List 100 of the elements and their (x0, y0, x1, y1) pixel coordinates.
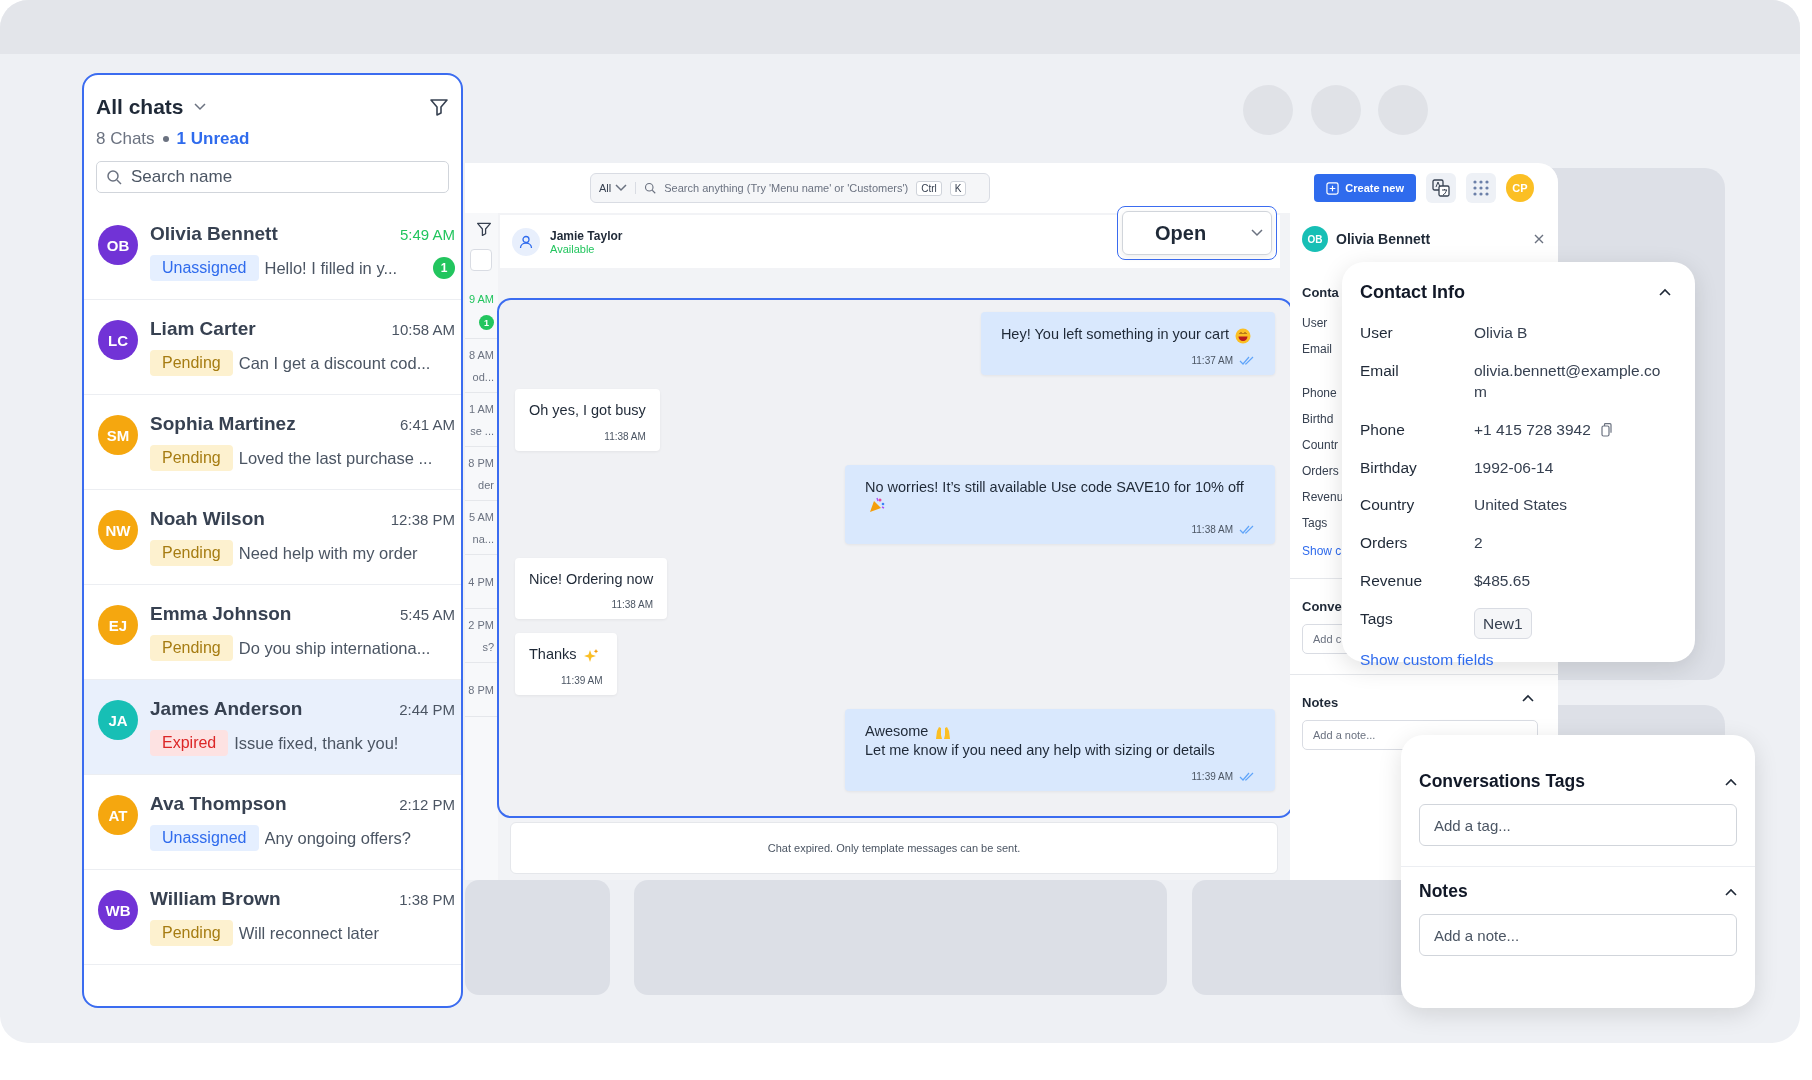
contact-name: Sophia Martinez (150, 413, 297, 435)
field-value: 2 (1474, 533, 1483, 554)
field-label: User (1302, 315, 1328, 332)
chevron-up-icon[interactable] (1522, 693, 1534, 702)
key-hint: Ctrl (916, 180, 942, 196)
unread-badge: 1 (479, 315, 494, 330)
create-new-button[interactable]: Create new (1314, 174, 1416, 202)
chevron-down-icon (1251, 229, 1263, 237)
chat-time: 12:38 PM (390, 510, 455, 528)
message-text: Hey! You left something in your cart (1000, 325, 1229, 344)
status-tag: Pending (150, 445, 233, 471)
user-icon (519, 234, 533, 249)
field-label: Orders (1302, 463, 1339, 480)
scope-dropdown[interactable]: All (599, 182, 637, 194)
avatar: NW (98, 510, 138, 550)
close-icon[interactable] (1534, 234, 1544, 244)
contact-name: William Brown (150, 888, 282, 910)
message-time: 11:38 AM (604, 429, 646, 443)
contact-name: Olivia Bennett (1336, 231, 1432, 247)
chat-time: 2:12 PM (399, 795, 455, 813)
avatar: JA (98, 700, 138, 740)
section-title: Notes (1419, 881, 1468, 902)
chat-preview: Issue fixed, thank you! (234, 733, 400, 753)
filter-icon[interactable] (476, 221, 492, 237)
chat-list-item[interactable]: JA James Anderson 2:44 PM Expired Issue fixed, thank you! (84, 680, 461, 775)
message-text: Awesome (865, 722, 929, 742)
search-placeholder: Search anything (Try 'Menu name' or 'Customers') (664, 182, 909, 194)
chevron-up-icon[interactable] (1725, 887, 1737, 896)
chevron-up-icon[interactable] (1659, 288, 1671, 296)
filter-icon[interactable] (429, 97, 449, 117)
chat-preview: Will reconnect later (238, 923, 381, 943)
copy-icon[interactable] (1600, 422, 1612, 437)
double-check-icon (1239, 355, 1255, 365)
text-input[interactable]: Add a tag... (1419, 804, 1737, 846)
chat-preview: od... (472, 370, 494, 383)
chevron-down-icon (615, 184, 628, 192)
chat-preview: Any ongoing offers? (264, 828, 412, 848)
field-value: olivia.bennett@example.com (1474, 360, 1662, 403)
chat-time: 1 AM (468, 402, 494, 415)
search-icon (644, 182, 657, 194)
contact-name: James Anderson (150, 698, 304, 720)
list-title[interactable]: All chats (96, 95, 184, 119)
chat-time: 10:58 AM (391, 320, 455, 338)
message-time: 11:38 AM (1191, 522, 1233, 536)
message-text: Oh yes, I got busy (529, 400, 646, 420)
field-label: User (1360, 323, 1394, 343)
card-title: Contact Info (1360, 281, 1465, 303)
chat-list-item[interactable]: SM Sophia Martinez 6:41 AM Pending Loved the last purchase ... (84, 395, 461, 490)
status-dropdown[interactable]: Open (1117, 206, 1277, 260)
message-text: Let me know if you need any help with sizing or details (865, 741, 1215, 760)
show-fields-link[interactable]: Show c (1302, 544, 1342, 558)
chevron-up-icon[interactable] (1725, 777, 1737, 786)
separator-dot (162, 136, 169, 142)
status-tag: Pending (150, 635, 233, 661)
text-input[interactable]: Add a note... (1419, 914, 1737, 956)
chat-time: 5 AM (468, 510, 494, 523)
field-value: United States (1474, 495, 1568, 516)
apps-button[interactable] (1466, 173, 1496, 203)
status-tag: Pending (150, 920, 233, 946)
message-time: 11:37 AM (1191, 353, 1233, 367)
translate-icon (1432, 179, 1450, 197)
contact-name: Liam Carter (150, 318, 257, 340)
search-field[interactable]: Search name (96, 161, 449, 193)
chat-time: 5:49 AM (399, 225, 455, 243)
chat-preview: der (478, 478, 494, 491)
section-title: Conve (1302, 599, 1342, 614)
contact-name: Olivia Bennett (150, 223, 279, 245)
translate-button[interactable] (1426, 173, 1456, 203)
status-tag: Pending (150, 540, 233, 566)
chat-list-item[interactable]: LC Liam Carter 10:58 AM Pending Can I get a discount cod... (84, 300, 461, 395)
grid-icon (1473, 180, 1489, 196)
contact-status: Available (550, 242, 595, 255)
chat-count: 8 Chats (96, 129, 155, 149)
avatar: AT (98, 795, 138, 835)
chat-preview: Do you ship internationa... (238, 638, 432, 658)
chat-preview: se ... (470, 424, 494, 437)
chat-preview: Loved the last purchase ... (238, 448, 434, 468)
chat-list-item[interactable]: NW Noah Wilson 12:38 PM Pending Need help with my order (84, 490, 461, 585)
field-label: Tags (1302, 515, 1328, 532)
chat-list-item[interactable]: AT Ava Thompson 2:12 PM Unassigned Any ongoing offers? (84, 775, 461, 870)
party-popper-icon (869, 496, 885, 513)
search-field[interactable] (470, 249, 492, 271)
chat-time: 4 PM (468, 575, 494, 588)
show-custom-fields-link[interactable]: Show custom fields (1360, 651, 1494, 670)
status-tag: Pending (150, 350, 233, 376)
chat-time: 2 PM (468, 618, 494, 631)
chat-list-item[interactable]: WB William Brown 1:38 PM Pending Will reconnect later (84, 870, 461, 965)
chat-list-item[interactable]: OB Olivia Bennett 5:49 AM Unassigned Hello! I filled in y... 1 (84, 205, 461, 300)
status-tag: Unassigned (150, 825, 259, 851)
field-label: Tags (1360, 608, 1394, 629)
field-value: Olivia B (1474, 323, 1528, 343)
plus-icon (1326, 181, 1340, 195)
field-label: Phone (1302, 385, 1337, 402)
search-icon (106, 169, 122, 185)
section-title: Conversations Tags (1419, 771, 1585, 792)
chevron-down-icon (193, 103, 206, 111)
global-search-field[interactable]: All Search anything (Try 'Menu name' or 'Customers') Ctrl K (590, 173, 990, 203)
chat-time: 1:38 PM (399, 890, 455, 908)
raised-hands-icon (934, 725, 953, 742)
unread-count[interactable]: 1 Unread (176, 129, 250, 149)
